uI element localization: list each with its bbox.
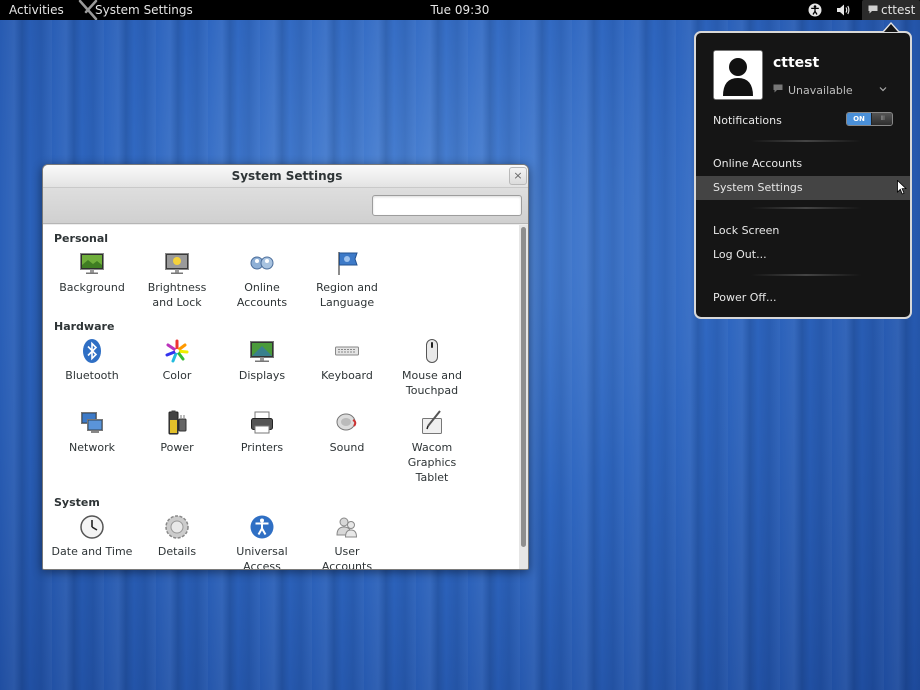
panel-universal-access[interactable]: Universal Access [220, 514, 304, 570]
system-settings-window: System Settings × Personal Background Br… [42, 164, 529, 570]
panel-label: Universal Access [236, 545, 288, 570]
top-bar: Activities System Settings Tue 09:30 ctt… [0, 0, 920, 20]
panel-label: Sound [329, 441, 365, 454]
menu-item-lock-screen[interactable]: Lock Screen [696, 219, 910, 243]
scrollbar-thumb[interactable] [521, 227, 526, 547]
menu-arrow-inner [884, 24, 898, 32]
panel-color[interactable]: Color [135, 338, 219, 383]
toolbar [43, 188, 528, 224]
panel-label: Background [59, 281, 125, 294]
network-icon [81, 412, 103, 433]
menu-username: cttest [773, 55, 820, 71]
chat-status-icon [868, 5, 878, 14]
panel-keyboard[interactable]: Keyboard [305, 338, 389, 383]
bluetooth-icon [83, 339, 101, 363]
volume-icon[interactable] [836, 3, 850, 17]
toggle-on-label: ON [847, 113, 871, 125]
close-button[interactable]: × [509, 167, 527, 185]
panel-online-accounts[interactable]: Online Accounts [220, 250, 304, 310]
panel-label: Region and Language [316, 281, 378, 309]
menu-item-log-out[interactable]: Log Out... [696, 243, 910, 267]
menu-separator [751, 207, 861, 209]
panel-displays[interactable]: Displays [220, 338, 304, 383]
user-accounts-icon [336, 517, 358, 538]
app-menu-button[interactable]: System Settings [95, 3, 193, 17]
window-title: System Settings [231, 169, 343, 183]
category-hardware: Hardware [54, 320, 115, 333]
panel-wacom-tablet[interactable]: Wacom Graphics Tablet [390, 410, 474, 485]
panel-date-time[interactable]: Date and Time [50, 514, 134, 559]
panel-label: Printers [240, 441, 284, 454]
panel-mouse-touchpad[interactable]: Mouse and Touchpad [390, 338, 474, 398]
toggle-knob[interactable]: III [871, 113, 892, 125]
online-accounts-icon [250, 256, 274, 270]
panel-label: Bluetooth [65, 369, 119, 382]
clock-icon [80, 515, 104, 539]
panel-label: Wacom Graphics Tablet [407, 441, 457, 484]
category-personal: Personal [54, 232, 109, 245]
accessibility-icon[interactable] [808, 3, 822, 17]
panel-label: Mouse and Touchpad [402, 369, 462, 397]
category-system: System [54, 496, 100, 509]
mouse-pointer-icon [897, 180, 907, 195]
brightness-icon [165, 253, 189, 274]
panel-label: Keyboard [321, 369, 373, 382]
settings-panel-grid: Personal Background Brightness and Lock [43, 225, 519, 570]
search-input[interactable] [372, 195, 522, 216]
universal-access-icon [250, 515, 274, 539]
panel-label: Color [162, 369, 192, 382]
power-icon [168, 410, 187, 435]
avatar[interactable] [713, 50, 763, 100]
window-titlebar[interactable]: System Settings × [43, 165, 528, 188]
chevron-down-icon[interactable] [879, 86, 887, 92]
panel-network[interactable]: Network [50, 410, 134, 455]
menu-item-power-off[interactable]: Power Off... [696, 286, 910, 310]
region-flag-icon [338, 252, 358, 275]
panel-label: Details [157, 545, 197, 558]
panel-label: Power [160, 441, 194, 454]
user-avatar-icon [714, 51, 762, 99]
user-menu: cttest Unavailable Notifications ON III … [694, 31, 912, 319]
menu-item-system-settings[interactable]: System Settings [696, 176, 910, 200]
panel-brightness-lock[interactable]: Brightness and Lock [135, 250, 219, 310]
activities-button[interactable]: Activities [9, 3, 64, 17]
sound-icon [336, 413, 357, 431]
background-icon [80, 253, 104, 274]
panel-bluetooth[interactable]: Bluetooth [50, 338, 134, 383]
menu-separator [751, 274, 861, 276]
details-icon [165, 515, 189, 539]
mouse-icon [426, 339, 438, 363]
panel-sound[interactable]: Sound [305, 410, 389, 455]
panel-label: Displays [238, 369, 286, 382]
printer-icon [251, 411, 273, 434]
panel-label: Online Accounts [236, 281, 288, 309]
panel-label: User Accounts [321, 545, 373, 570]
panel-printers[interactable]: Printers [220, 410, 304, 455]
panel-label: Brightness and Lock [147, 281, 207, 309]
menu-item-online-accounts[interactable]: Online Accounts [696, 152, 910, 176]
keyboard-icon [335, 346, 359, 356]
panel-label: Date and Time [51, 545, 133, 558]
wacom-tablet-icon [422, 410, 442, 434]
panel-background[interactable]: Background [50, 250, 134, 295]
user-menu-button[interactable]: cttest [862, 0, 920, 20]
notifications-toggle[interactable]: ON III [846, 112, 893, 126]
chat-status-icon [773, 84, 783, 93]
clock-button[interactable]: Tue 09:30 [431, 3, 490, 17]
displays-icon [250, 341, 274, 362]
panel-label: Network [69, 441, 115, 454]
panel-user-accounts[interactable]: User Accounts [305, 514, 389, 570]
panel-power[interactable]: Power [135, 410, 219, 455]
panel-details[interactable]: Details [135, 514, 219, 559]
status-selector[interactable]: Unavailable [788, 84, 853, 97]
color-icon [165, 339, 189, 363]
user-menu-label: cttest [881, 3, 916, 17]
panel-region-language[interactable]: Region and Language [305, 250, 389, 310]
notifications-label: Notifications [713, 114, 782, 127]
menu-separator [751, 140, 861, 142]
